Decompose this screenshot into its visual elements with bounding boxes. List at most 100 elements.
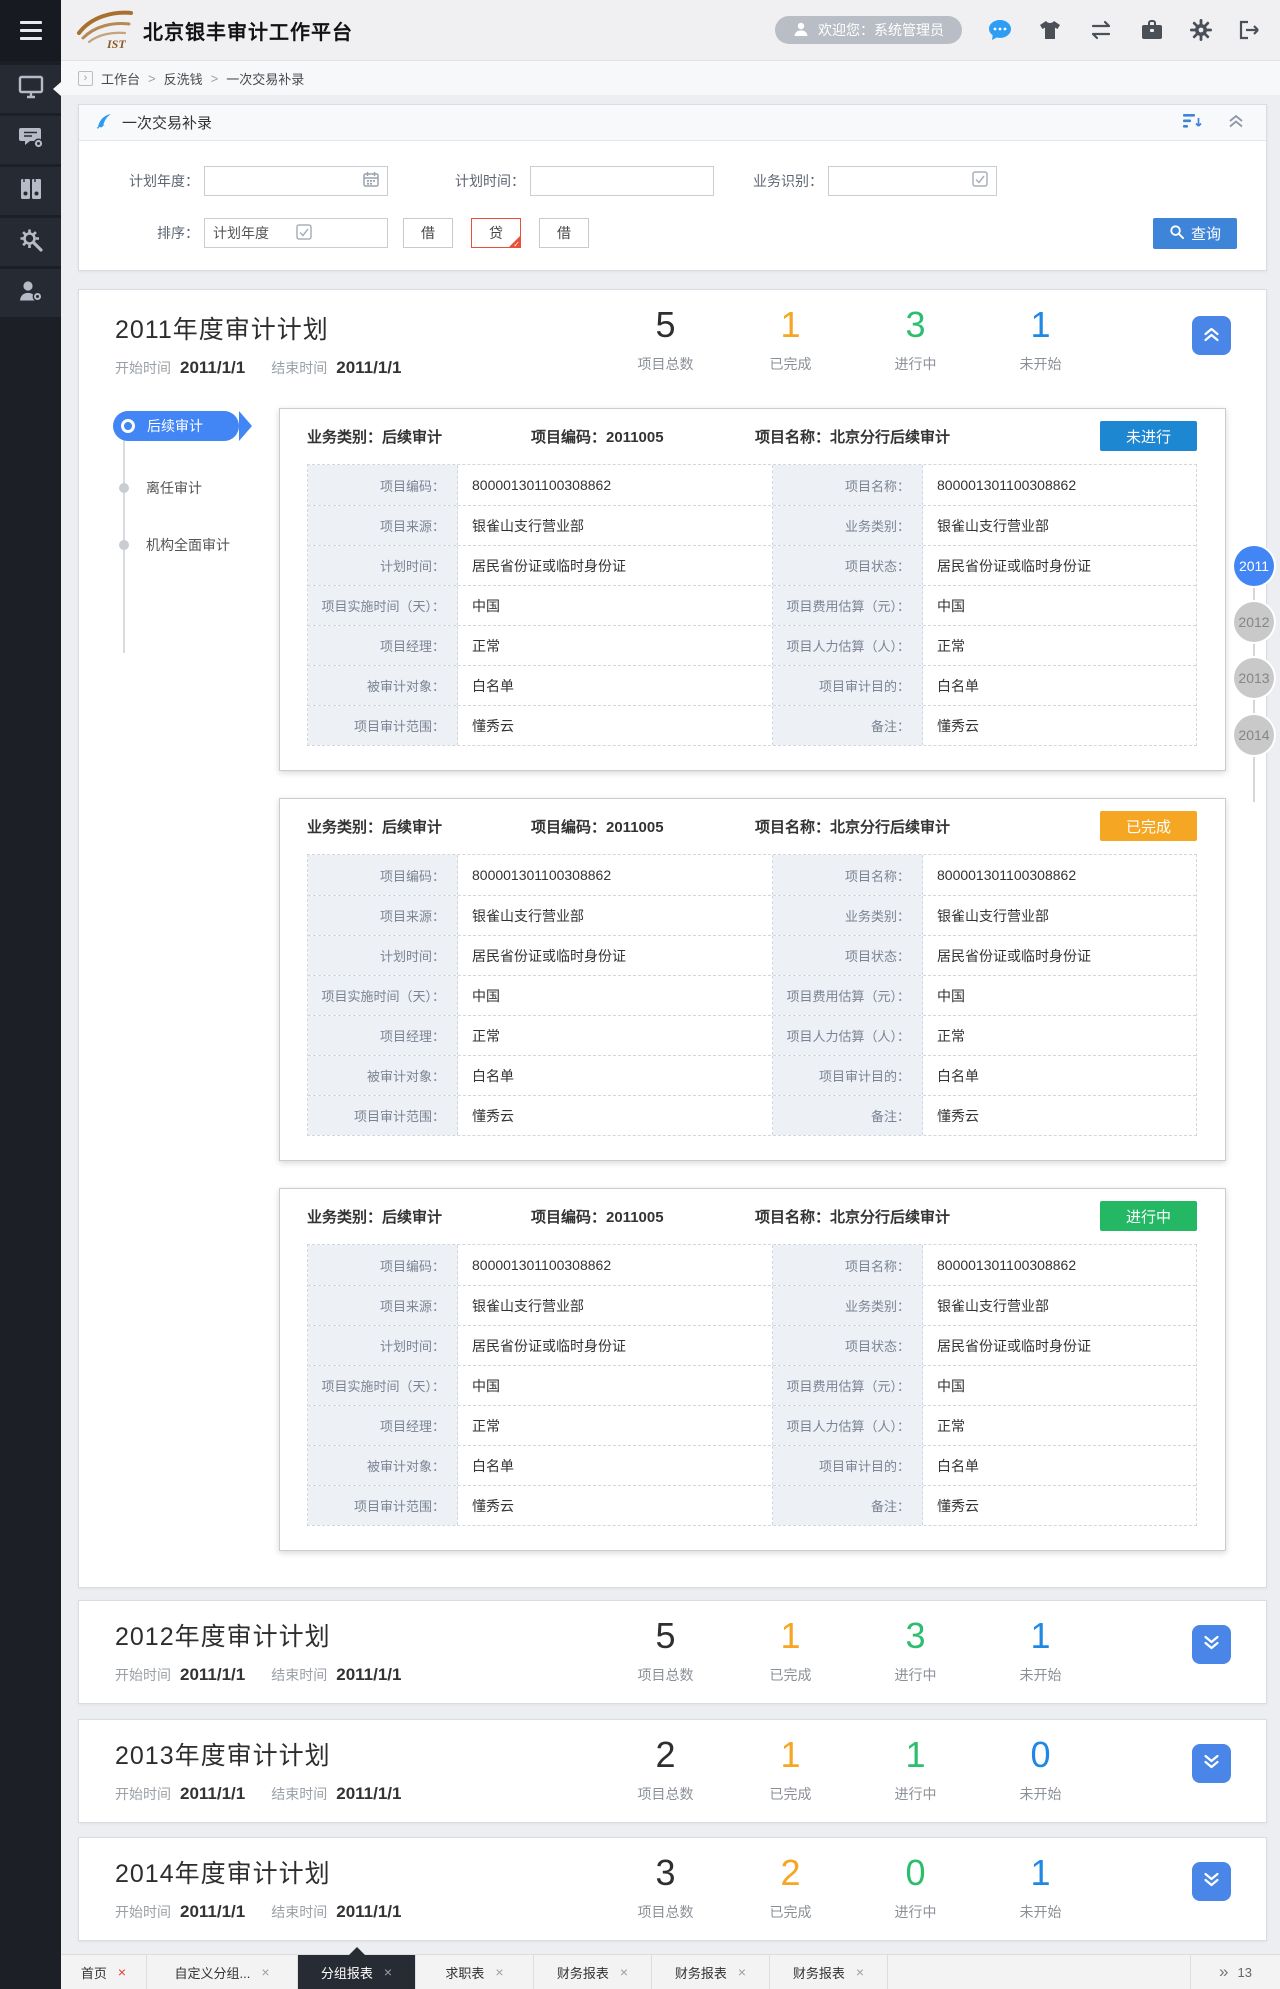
status-badge: 进行中 (1100, 1201, 1197, 1231)
business-id-label: 业务识别： (714, 171, 828, 191)
debit-button-2[interactable]: 借 (539, 218, 589, 248)
stat-value: 0 (853, 1852, 978, 1893)
bottom-tab-home[interactable]: 首页 × (61, 1955, 147, 1989)
sort-filter-icon[interactable] (1183, 114, 1202, 132)
main-content: 一次交易补录 计划年度： 计划时间： 业务识别： (61, 95, 1280, 1941)
plan-card-2013: 2013年度审计计划 开始时间2011/1/1 结束时间2011/1/1 2 项… (78, 1719, 1267, 1823)
plan-time-field[interactable] (539, 173, 705, 189)
more-tabs-icon[interactable]: » (1219, 1962, 1228, 1982)
breadcrumb-item[interactable]: 一次交易补录 (226, 69, 304, 88)
year-timeline: 2011 2012 2013 2014 (1232, 546, 1276, 771)
field-value: 中国 (458, 1366, 773, 1405)
business-type-meta: 业务类别：后续审计 (307, 816, 531, 837)
timeline-year-2013[interactable]: 2013 (1234, 658, 1274, 698)
field-label: 项目费用估算（元）： (773, 586, 923, 625)
tab-full-institution-audit[interactable]: 机构全面审计 (119, 535, 279, 555)
tshirt-icon[interactable] (1038, 19, 1062, 41)
gear-icon[interactable] (1190, 19, 1212, 41)
collapse-plan-button[interactable] (1192, 316, 1231, 355)
business-id-input[interactable] (828, 166, 997, 196)
plan-year-field[interactable] (213, 173, 363, 189)
plan-stats: 5 项目总数 1 已完成 3 进行中 1 未开 (603, 1615, 1103, 1685)
timeline-year-2011[interactable]: 2011 (1234, 546, 1274, 586)
field-label: 项目人力估算（人）： (773, 1016, 923, 1055)
sidebar-item-user-management[interactable] (0, 269, 61, 317)
close-icon[interactable]: × (261, 1964, 269, 1980)
start-time-value: 2011/1/1 (180, 358, 245, 378)
app-title: 北京银丰审计工作平台 (143, 16, 353, 45)
bottom-tab-group-report[interactable]: 分组报表 × (298, 1955, 416, 1989)
business-id-field[interactable] (837, 173, 972, 189)
checkbox-icon[interactable] (972, 171, 988, 192)
sidebar-item-settings-search[interactable] (0, 218, 61, 266)
stat-label: 已完成 (728, 1784, 853, 1804)
sort-select[interactable]: 计划年度 (204, 218, 388, 248)
field-value: 中国 (923, 1366, 1196, 1405)
welcome-pill[interactable]: 欢迎您：系统管理员 (775, 16, 962, 44)
table-row: 项目实施时间（天）： 中国 项目费用估算（元）： 中国 (308, 585, 1196, 625)
close-icon[interactable]: × (620, 1964, 628, 1980)
field-label: 计划时间： (308, 546, 458, 585)
plan-time-input[interactable] (530, 166, 714, 196)
timeline-year-2014[interactable]: 2014 (1234, 715, 1274, 755)
search-button[interactable]: 查询 (1153, 218, 1237, 249)
field-value: 800001301100308862 (923, 1245, 1196, 1285)
tab-departure-audit[interactable]: 离任审计 (119, 478, 279, 498)
menu-icon[interactable] (0, 0, 61, 61)
close-icon[interactable]: × (118, 1964, 126, 1980)
field-value: 居民省份证或临时身份证 (458, 1326, 773, 1365)
field-value: 正常 (923, 1016, 1196, 1055)
bottom-tab-job-table[interactable]: 求职表 × (416, 1955, 534, 1989)
expand-plan-button[interactable] (1192, 1862, 1231, 1901)
bottom-tab-finance-report-3[interactable]: 财务报表 × (770, 1955, 888, 1989)
close-icon[interactable]: × (495, 1964, 503, 1980)
stat: 1 已完成 (728, 304, 853, 374)
field-label: 备注： (773, 1486, 923, 1525)
close-icon[interactable]: × (384, 1964, 392, 1980)
stat-value: 3 (853, 304, 978, 345)
expand-plan-button[interactable] (1192, 1744, 1231, 1783)
detail-card-list: 业务类别：后续审计 项目编码：2011005 项目名称：北京分行后续审计 未进行… (279, 408, 1226, 1551)
message-icon[interactable] (988, 19, 1012, 41)
plan-year-input[interactable] (204, 166, 388, 196)
sidebar-item-archives[interactable] (0, 167, 61, 215)
field-label: 项目来源： (308, 506, 458, 545)
stat: 2 项目总数 (603, 1734, 728, 1804)
swap-icon[interactable] (1088, 20, 1114, 40)
expand-plan-button[interactable] (1192, 1625, 1231, 1664)
field-value: 800001301100308862 (923, 855, 1196, 895)
bottom-tab-finance-report-2[interactable]: 财务报表 × (652, 1955, 770, 1989)
collapse-panel-icon[interactable] (1228, 114, 1244, 132)
logout-icon[interactable] (1238, 20, 1260, 40)
logo-text: IST (106, 37, 126, 49)
breadcrumb-item[interactable]: 反洗钱 (164, 69, 203, 88)
close-icon[interactable]: × (738, 1964, 746, 1980)
plan-time-label: 计划时间： (388, 171, 530, 191)
sidebar-item-workbench[interactable] (0, 65, 61, 113)
stat-label: 未开始 (978, 1665, 1103, 1685)
close-icon[interactable]: × (856, 1964, 864, 1980)
field-label: 被审计对象： (308, 1056, 458, 1095)
calendar-icon[interactable] (363, 171, 379, 192)
timeline-year-2012[interactable]: 2012 (1234, 602, 1274, 642)
breadcrumb-item[interactable]: 工作台 (101, 69, 140, 88)
stat-label: 项目总数 (603, 1665, 728, 1685)
sidebar-item-messages[interactable] (0, 116, 61, 164)
table-row: 被审计对象： 白名单 项目审计目的： 白名单 (308, 665, 1196, 705)
briefcase-icon[interactable] (1140, 19, 1164, 41)
stat-value: 1 (853, 1734, 978, 1775)
bottom-tab-custom-group[interactable]: 自定义分组... × (147, 1955, 298, 1989)
user-settings-icon (18, 279, 44, 308)
field-value: 银雀山支行营业部 (923, 896, 1196, 935)
start-time-label: 开始时间 (115, 1902, 171, 1922)
field-label: 项目审计范围： (308, 1096, 458, 1135)
tab-follow-up-audit[interactable]: 后续审计 (113, 411, 239, 441)
checkbox-icon (296, 224, 379, 243)
credit-button-selected[interactable]: 贷✓ (471, 218, 521, 248)
debit-button-1[interactable]: 借 (403, 218, 453, 248)
field-label: 计划时间： (308, 1326, 458, 1365)
stat: 3 项目总数 (603, 1852, 728, 1922)
field-label: 项目状态： (773, 546, 923, 585)
stat: 5 项目总数 (603, 304, 728, 374)
bottom-tab-finance-report-1[interactable]: 财务报表 × (534, 1955, 652, 1989)
